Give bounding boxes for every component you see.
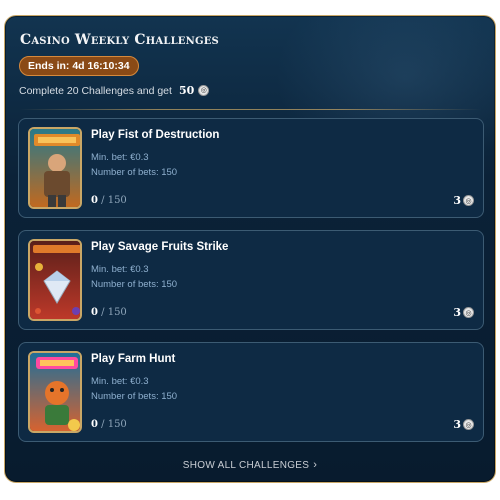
min-bet: Min. bet: €0.3 — [91, 152, 149, 163]
min-bet: Min. bet: €0.3 — [91, 376, 149, 387]
progress-total: / 150 — [101, 307, 127, 318]
reward-value: 3 — [453, 306, 461, 319]
weekly-challenges-panel: Casino Weekly Challenges Ends in: 4d 16:… — [4, 15, 496, 483]
panel-title: Casino Weekly Challenges — [20, 32, 219, 48]
reward-value: 3 — [453, 418, 461, 431]
progress-total: / 150 — [101, 195, 127, 206]
game-thumbnail[interactable] — [28, 351, 82, 433]
timer-badge: Ends in: 4d 16:10:34 — [19, 56, 139, 76]
challenge-title: Play Fist of Destruction — [91, 129, 220, 141]
challenge-progress: 0 / 150 — [91, 307, 127, 318]
bet-count: Number of bets: 150 — [91, 279, 178, 290]
reward-summary-text: Complete 20 Challenges and get — [19, 84, 172, 97]
chevron-right-icon: › — [313, 459, 318, 471]
challenge-card[interactable]: Play Farm Hunt Min. bet: €0.3 Number of … — [18, 342, 484, 442]
challenge-reward: 3 ◎ — [453, 194, 474, 207]
challenge-progress: 0 / 150 — [91, 195, 127, 206]
reward-summary: Complete 20 Challenges and get 50 ◎ — [19, 84, 210, 97]
progress-current: 0 — [91, 307, 98, 318]
reward-amount: 50 — [178, 84, 195, 97]
bet-count: Number of bets: 150 — [91, 391, 178, 402]
divider — [19, 109, 481, 110]
game-thumbnail[interactable] — [28, 239, 82, 321]
progress-total: / 150 — [101, 419, 127, 430]
coin-icon: ◎ — [463, 307, 474, 318]
challenge-title: Play Savage Fruits Strike — [91, 241, 229, 253]
challenge-reward: 3 ◎ — [453, 418, 474, 431]
show-all-challenges-link[interactable]: SHOW ALL CHALLENGES › — [5, 459, 495, 471]
min-bet: Min. bet: €0.3 — [91, 264, 149, 275]
coin-icon: ◎ — [198, 85, 210, 96]
bet-count: Number of bets: 150 — [91, 167, 178, 178]
challenge-card[interactable]: Play Fist of Destruction Min. bet: €0.3 … — [18, 118, 484, 218]
coin-icon: ◎ — [463, 419, 474, 430]
coin-icon: ◎ — [463, 195, 474, 206]
challenge-reward: 3 ◎ — [453, 306, 474, 319]
challenge-progress: 0 / 150 — [91, 419, 127, 430]
progress-current: 0 — [91, 195, 98, 206]
challenge-title: Play Farm Hunt — [91, 353, 176, 365]
reward-value: 3 — [453, 194, 461, 207]
show-all-label: SHOW ALL CHALLENGES — [182, 460, 310, 471]
game-thumbnail[interactable] — [28, 127, 82, 209]
progress-current: 0 — [91, 419, 98, 430]
challenge-card[interactable]: Play Savage Fruits Strike Min. bet: €0.3… — [18, 230, 484, 330]
